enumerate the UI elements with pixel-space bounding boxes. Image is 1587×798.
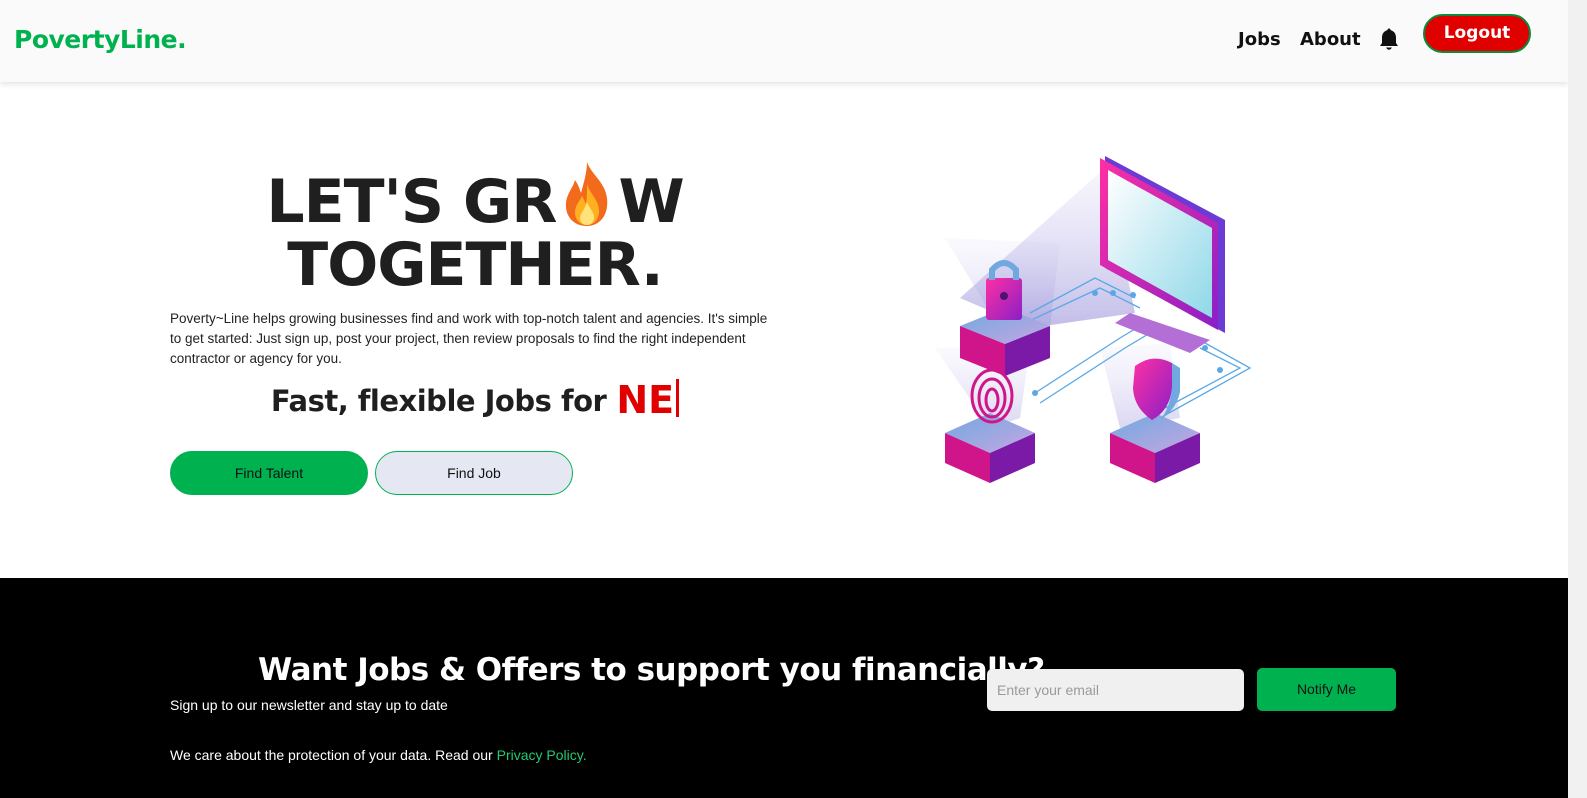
- fire-icon: [566, 162, 608, 226]
- find-job-button[interactable]: Find Job: [375, 451, 573, 495]
- email-input[interactable]: [987, 669, 1244, 711]
- hero-title-part2: W: [618, 167, 684, 237]
- newsletter-subtitle: Sign up to our newsletter and stay up to…: [170, 697, 448, 713]
- hero-tagline: Fast, flexible Jobs for NE: [170, 378, 780, 422]
- newsletter-section: Want Jobs & Offers to support you financ…: [0, 578, 1568, 798]
- notify-me-button[interactable]: Notify Me: [1257, 668, 1396, 711]
- privacy-policy-link[interactable]: Privacy Policy.: [497, 747, 587, 763]
- isometric-security-illustration: [935, 156, 1252, 483]
- nav-link-about[interactable]: About: [1300, 29, 1361, 50]
- hero-title: LET'S GR W TOGETHER.: [170, 160, 780, 297]
- logout-button[interactable]: Logout: [1423, 14, 1531, 53]
- hero-title-part1: LET'S GR: [266, 167, 557, 237]
- bell-icon[interactable]: [1378, 28, 1400, 52]
- navbar: PovertyLine. Jobs About Logout: [0, 0, 1568, 82]
- brand-logo[interactable]: PovertyLine.: [14, 25, 187, 54]
- nav-link-jobs[interactable]: Jobs: [1238, 29, 1281, 50]
- privacy-notice: We care about the protection of your dat…: [170, 747, 587, 763]
- scrollbar[interactable]: [1568, 0, 1587, 798]
- privacy-text: We care about the protection of your dat…: [170, 747, 493, 763]
- find-talent-button[interactable]: Find Talent: [170, 451, 368, 495]
- hero-title-line2: TOGETHER.: [287, 230, 663, 300]
- tagline-text: Fast, flexible Jobs for: [270, 384, 607, 418]
- hero-description: Poverty~Line helps growing businesses fi…: [170, 311, 768, 366]
- typing-caret: [676, 379, 680, 417]
- typed-text: NE: [616, 378, 675, 422]
- newsletter-title: Want Jobs & Offers to support you financ…: [258, 652, 1045, 688]
